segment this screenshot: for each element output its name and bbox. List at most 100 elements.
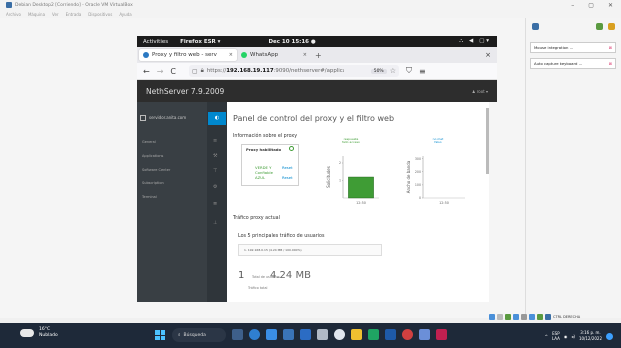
maximize-button[interactable]: ▢ bbox=[588, 2, 594, 9]
edge-icon[interactable] bbox=[249, 329, 260, 340]
wifi-icon[interactable]: ◉ bbox=[564, 334, 568, 339]
y-axis-label: Ancho de banda bbox=[406, 160, 411, 193]
zones-label: VERDE Y Confiable AZUL bbox=[255, 165, 273, 180]
tab-whatsapp[interactable]: WhatsApp × bbox=[237, 49, 311, 61]
chrome-icon[interactable] bbox=[334, 329, 345, 340]
hdd-icon[interactable] bbox=[489, 314, 495, 320]
notification-auto-capture[interactable]: Auto capture keyboard ... ⊠ bbox=[530, 58, 616, 69]
language-indicator[interactable]: ESP LAA bbox=[552, 331, 560, 341]
explorer-icon[interactable] bbox=[351, 329, 362, 340]
audio-icon[interactable] bbox=[505, 314, 511, 320]
app-menu-firefox[interactable]: Firefox ESR ▾ bbox=[180, 39, 220, 45]
taskbar-clock[interactable]: 3:16 p. m. 10/12/2022 bbox=[579, 330, 602, 342]
site-info-icon[interactable]: ▢ bbox=[192, 68, 198, 75]
filter-icon[interactable]: ⊤ bbox=[213, 168, 217, 174]
notification-close-icon[interactable]: ⊠ bbox=[609, 61, 612, 66]
window-title: Debian Desktop2 [Corriendo] - Oracle VM … bbox=[15, 2, 133, 8]
app-icon-red[interactable] bbox=[402, 329, 413, 340]
virtualbox-title-bar: Debian Desktop2 [Corriendo] - Oracle VM … bbox=[0, 0, 621, 10]
display-icon[interactable] bbox=[537, 314, 543, 320]
weather-widget[interactable]: 16°C Nublado bbox=[20, 327, 58, 339]
sidebar-item-software-center[interactable]: Software Center bbox=[142, 168, 170, 172]
firefox-close-button[interactable]: × bbox=[485, 51, 491, 59]
log-icon[interactable]: ≣ bbox=[213, 201, 217, 207]
list-icon[interactable]: ≡ bbox=[213, 138, 217, 144]
optical-icon[interactable] bbox=[497, 314, 503, 320]
vertical-scrollbar[interactable] bbox=[486, 108, 489, 174]
pocket-icon[interactable]: ⛉ bbox=[406, 66, 412, 76]
virtualbox-taskbar-icon[interactable] bbox=[385, 329, 396, 340]
taskbar-search[interactable]: ⌕ Búsqueda bbox=[172, 328, 226, 342]
reset-link-1[interactable]: Reset bbox=[282, 165, 293, 170]
mail-icon[interactable] bbox=[283, 329, 294, 340]
dashboard-icon[interactable]: ◐ bbox=[208, 112, 226, 125]
terminal-icon[interactable]: ⊥ bbox=[213, 220, 217, 226]
tab-close-icon[interactable]: × bbox=[303, 52, 307, 58]
whatsapp-favicon-icon bbox=[241, 52, 247, 58]
zoom-badge[interactable]: 50% bbox=[370, 68, 387, 74]
windows-start-icon[interactable] bbox=[155, 330, 165, 340]
recording-icon[interactable] bbox=[545, 314, 551, 320]
url-bar[interactable]: ▢ 🔒︎ https://192.168.19.117:9090/nethser… bbox=[189, 65, 399, 77]
network-status-icon[interactable] bbox=[513, 314, 519, 320]
vbox-info-icon[interactable] bbox=[532, 23, 539, 30]
menu-maquina[interactable]: Máquina bbox=[28, 12, 45, 17]
notification-close-icon[interactable]: ⊠ bbox=[609, 45, 612, 50]
tab-close-icon[interactable]: × bbox=[229, 52, 233, 58]
lock-icon[interactable]: 🔒︎ bbox=[201, 67, 204, 75]
gear-icon[interactable]: ⚙ bbox=[213, 184, 217, 190]
wrench-icon[interactable]: ⚒ bbox=[213, 153, 217, 159]
reload-button[interactable]: C bbox=[170, 67, 176, 76]
requests-chart: Solicitudes 1 2 12:50 bbox=[326, 156, 379, 205]
total-traffic-value: 4.24 MB bbox=[270, 270, 311, 281]
vbox-settings-icon[interactable] bbox=[596, 23, 603, 30]
speaker-icon[interactable]: ◂) bbox=[571, 334, 575, 339]
search-icon: ⌕ bbox=[178, 333, 181, 338]
app-icon-magenta[interactable] bbox=[436, 329, 447, 340]
close-window-button[interactable]: ✕ bbox=[608, 2, 613, 9]
tab-proxy[interactable]: Proxy y filtro web - serv × bbox=[139, 49, 237, 61]
bookmark-star-icon[interactable]: ☆ bbox=[390, 67, 396, 75]
new-tab-button[interactable]: + bbox=[315, 51, 322, 60]
task-view-icon[interactable] bbox=[232, 329, 243, 340]
reset-links: Reset Reset bbox=[282, 165, 293, 180]
menu-archivo[interactable]: Archivo bbox=[6, 12, 21, 17]
tray-chevron-icon[interactable]: ^ bbox=[545, 334, 548, 339]
menu-ver[interactable]: Ver bbox=[52, 12, 59, 17]
usb-icon[interactable] bbox=[521, 314, 527, 320]
minimize-button[interactable]: – bbox=[571, 2, 574, 9]
settings-app-icon[interactable] bbox=[317, 329, 328, 340]
window-controls: – ▢ ✕ bbox=[571, 0, 613, 10]
menu-dispositivos[interactable]: Dispositivos bbox=[88, 12, 112, 17]
y-tick-label: 100 bbox=[415, 183, 421, 187]
sidebar-item-terminal[interactable]: Terminal bbox=[142, 195, 157, 199]
sidebar-item-general[interactable]: General bbox=[142, 140, 156, 144]
chart-legend-requests: respuesta fallo acceso bbox=[342, 137, 360, 145]
menu-entrada[interactable]: Entrada bbox=[66, 12, 82, 17]
forward-button[interactable]: → bbox=[157, 67, 164, 76]
sidebar-item-subscription[interactable]: Subscription bbox=[142, 181, 164, 185]
app-icon-blue[interactable] bbox=[419, 329, 430, 340]
notification-mouse-integration[interactable]: Mouse integration ... ⊠ bbox=[530, 42, 616, 53]
store-icon[interactable] bbox=[266, 329, 277, 340]
vbox-warning-icon[interactable] bbox=[608, 23, 615, 30]
sidebar-item-applications[interactable]: Applications bbox=[142, 154, 163, 158]
gnome-system-tray[interactable]: ⛬ ◀ ▢ ▾ bbox=[459, 38, 489, 45]
notification-badge-icon[interactable] bbox=[606, 332, 613, 340]
vscode-icon[interactable] bbox=[368, 329, 379, 340]
network-icon: ⛬ bbox=[459, 38, 464, 44]
top5-heading: Los 5 principales tráfico de usuarios bbox=[238, 234, 325, 239]
activities-button[interactable]: Activities bbox=[143, 39, 168, 45]
menu-ayuda[interactable]: Ayuda bbox=[119, 12, 131, 17]
total-traffic-label: Tráfico total bbox=[248, 286, 268, 290]
shared-folder-icon[interactable] bbox=[529, 314, 535, 320]
firefox-menu-button[interactable]: ≡ bbox=[419, 67, 426, 76]
reset-link-2[interactable]: Reset bbox=[282, 175, 293, 180]
back-button[interactable]: ← bbox=[143, 67, 150, 76]
word-icon[interactable] bbox=[300, 329, 311, 340]
app-title: NethServer 7.9.2009 bbox=[146, 86, 225, 96]
notification-text: Mouse integration ... bbox=[534, 45, 574, 50]
user-menu[interactable]: ♟ root ▾ bbox=[472, 89, 488, 94]
gnome-clock[interactable]: Dec 10 15:16 ● bbox=[268, 39, 315, 45]
server-selector[interactable]: servidor.anita.com bbox=[140, 112, 204, 123]
